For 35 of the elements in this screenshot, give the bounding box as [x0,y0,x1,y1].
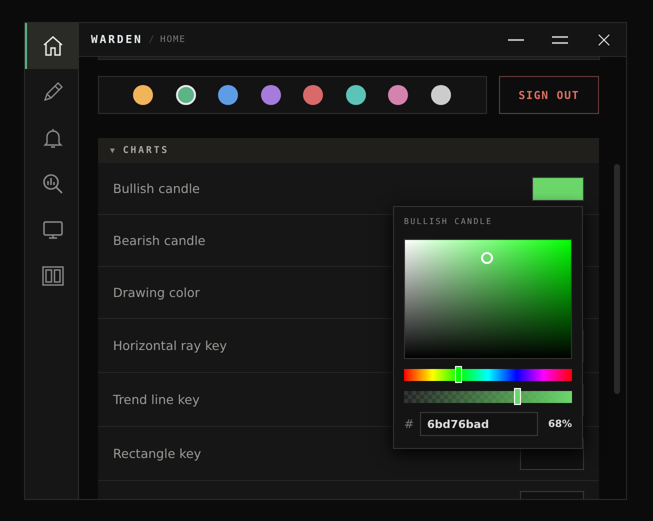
sign-out-button[interactable]: SIGN OUT [499,76,599,114]
chart-search-icon [40,172,64,196]
home-icon [40,34,64,58]
setting-label: Horizontal ray key [113,338,227,353]
color-swatch[interactable] [346,85,366,105]
app-title: WARDEN [91,33,143,46]
setting-label: Trend line key [113,392,200,407]
saturation-area[interactable] [404,239,572,359]
color-swatch[interactable] [430,85,450,105]
hex-input[interactable]: 6bd76bad [420,412,538,436]
color-swatch[interactable] [388,85,408,105]
setting-label: Drawing color [113,285,200,300]
minimize-icon [508,38,524,40]
setting-label: Rectangle key [113,446,202,461]
sidebar-item[interactable] [25,23,78,69]
slider-thumb[interactable] [455,366,462,383]
section-header[interactable]: ▼ CHARTS [98,138,599,163]
setting-label: Bearish candle [113,233,206,248]
hue-slider[interactable] [404,369,572,381]
hash-label: # [404,417,414,431]
opacity-slider[interactable] [404,391,572,403]
breadcrumb-separator: / [148,34,154,44]
breadcrumb: HOME [160,34,186,44]
columns-icon [40,264,64,288]
menu-icon [552,36,568,44]
color-swatch[interactable] [303,85,323,105]
caret-icon: ▼ [110,146,115,155]
opacity-value: 68% [548,418,572,430]
slider-thumb[interactable] [514,388,522,405]
color-swatch[interactable] [260,85,280,105]
color-swatch[interactable] [133,85,153,105]
picker-title: BULLISH CANDLE [404,217,494,228]
color-swatch[interactable] [532,176,584,200]
color-swatch[interactable] [218,85,238,105]
setting-label: Bullish candle [113,181,200,196]
